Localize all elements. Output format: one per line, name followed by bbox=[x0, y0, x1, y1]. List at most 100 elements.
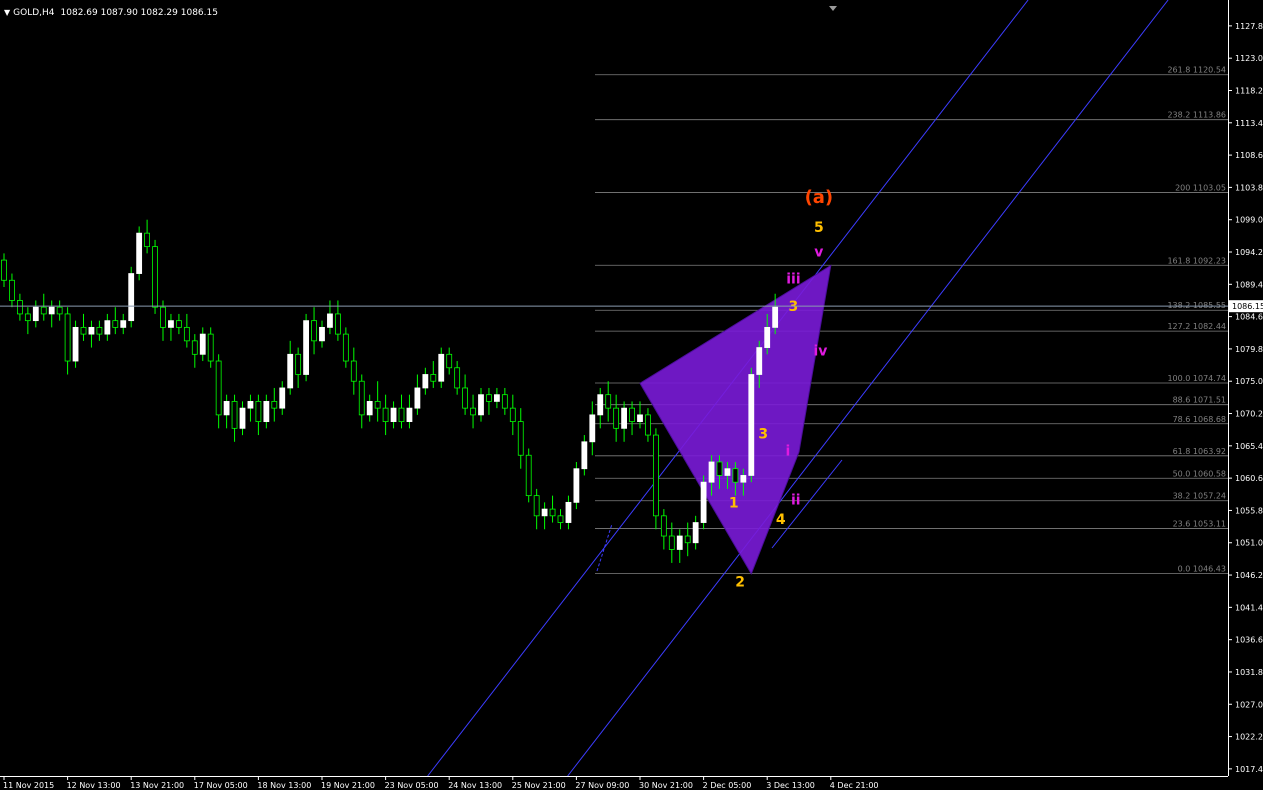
candle-body bbox=[271, 401, 278, 409]
candle-body bbox=[9, 279, 15, 301]
time-tick-label: 23 Nov 05:00 bbox=[385, 781, 439, 790]
candle-body bbox=[581, 441, 588, 470]
fib-level-label: 50.0 1060.58 bbox=[1173, 469, 1226, 478]
candle-body bbox=[390, 407, 397, 423]
candle-body bbox=[430, 374, 437, 382]
candle-body bbox=[740, 475, 747, 483]
candle-body bbox=[104, 320, 111, 335]
candle-body bbox=[629, 407, 635, 423]
candle-body bbox=[414, 387, 421, 409]
time-tick-label: 27 Nov 09:00 bbox=[575, 781, 629, 790]
candle-body bbox=[486, 394, 492, 402]
candle-body bbox=[152, 246, 158, 308]
candle-body bbox=[517, 421, 524, 456]
candle-body bbox=[406, 407, 413, 423]
fib-level-label: 0.0 1046.43 bbox=[1178, 565, 1226, 574]
candle-body bbox=[1, 259, 7, 281]
candle-body bbox=[64, 313, 71, 362]
candle-body bbox=[120, 320, 127, 328]
wave-label: i bbox=[785, 443, 790, 459]
price-tick-label: 1031.80 bbox=[1235, 668, 1263, 677]
candle-body bbox=[263, 401, 270, 423]
time-tick-label: 25 Nov 21:00 bbox=[512, 781, 566, 790]
price-tick-label: 1065.40 bbox=[1235, 442, 1263, 451]
price-chart[interactable]: 261.8 1120.54 238.2 1113.86 200 1103.05 161… bbox=[0, 0, 1263, 790]
candle-body bbox=[207, 333, 214, 362]
ohlc-readout: 1082.69 1087.90 1082.29 1086.15 bbox=[60, 8, 218, 18]
candle-body bbox=[191, 340, 198, 355]
chart-window[interactable]: 261.8 1120.54 238.2 1113.86 200 1103.05 161… bbox=[0, 0, 1263, 790]
candle-body bbox=[501, 394, 508, 409]
wave-label: 3 bbox=[789, 299, 799, 315]
candle-body bbox=[239, 407, 246, 429]
wave-label: 3 bbox=[758, 426, 768, 442]
candle-body bbox=[72, 326, 79, 362]
wave-label: 2 bbox=[735, 574, 745, 590]
fib-level-label: 238.2 1113.86 bbox=[1167, 111, 1226, 120]
candle-body bbox=[32, 306, 39, 322]
fib-level-label: 261.8 1120.54 bbox=[1167, 66, 1226, 75]
candle-body bbox=[684, 535, 691, 544]
price-tick-label: 1118.20 bbox=[1235, 86, 1263, 95]
candle-body bbox=[279, 387, 286, 409]
candle-body bbox=[708, 461, 715, 483]
time-tick-label: 30 Nov 21:00 bbox=[639, 781, 693, 790]
wave-label: ii bbox=[791, 492, 801, 508]
candle-body bbox=[573, 468, 580, 503]
candle-body bbox=[215, 360, 222, 416]
price-tick-label: 1113.40 bbox=[1235, 119, 1263, 128]
candle-body bbox=[533, 495, 540, 517]
caret-down-icon[interactable]: ▼ bbox=[4, 8, 10, 17]
candle-body bbox=[613, 407, 620, 429]
price-tick-label: 1036.60 bbox=[1235, 636, 1263, 645]
candle-body bbox=[422, 374, 429, 389]
candle-body bbox=[128, 273, 135, 322]
candle-body bbox=[374, 401, 381, 409]
candle-body bbox=[605, 394, 612, 409]
current-price-label: 1086.15 bbox=[1232, 302, 1263, 311]
fib-level-label: 88.6 1071.51 bbox=[1173, 396, 1226, 405]
fib-level-label: 200 1103.05 bbox=[1175, 183, 1226, 192]
candle-body bbox=[56, 306, 63, 315]
candle-body bbox=[358, 380, 365, 416]
candle-body bbox=[509, 407, 516, 423]
price-tick-label: 1022.20 bbox=[1235, 733, 1263, 742]
candle-body bbox=[700, 481, 707, 523]
candle-body bbox=[462, 387, 469, 409]
candle-body bbox=[446, 353, 453, 369]
candle-body bbox=[653, 434, 659, 517]
price-tick-label: 1041.40 bbox=[1235, 603, 1263, 612]
time-tick-label: 13 Nov 21:00 bbox=[130, 781, 184, 790]
candle-body bbox=[438, 353, 445, 382]
price-tick-label: 1017.40 bbox=[1235, 765, 1263, 774]
symbol-header: ▼ GOLD,H4 1082.69 1087.90 1082.29 1086.15 bbox=[4, 8, 218, 18]
candle-body bbox=[88, 326, 95, 335]
candle-body bbox=[366, 401, 373, 416]
candle-body bbox=[764, 326, 771, 348]
candle-body bbox=[80, 326, 87, 335]
fib-level-label: 61.8 1063.92 bbox=[1173, 447, 1226, 456]
candle-body bbox=[454, 367, 461, 389]
wave-label: iii bbox=[786, 272, 800, 288]
candle-body bbox=[319, 326, 325, 342]
fib-level-label: 161.8 1092.23 bbox=[1167, 256, 1226, 265]
price-tick-label: 1027.00 bbox=[1235, 700, 1263, 709]
candle-body bbox=[692, 522, 699, 544]
time-tick-label: 2 Dec 05:00 bbox=[703, 781, 752, 790]
chart-background bbox=[0, 0, 1263, 790]
candle-body bbox=[716, 461, 723, 476]
candle-body bbox=[732, 468, 739, 483]
candle-body bbox=[668, 535, 675, 550]
candle-body bbox=[16, 300, 23, 315]
candle-body bbox=[175, 320, 182, 328]
candle-body bbox=[168, 320, 174, 328]
candle-body bbox=[350, 360, 357, 382]
candle-body bbox=[748, 374, 755, 476]
candle-body bbox=[295, 353, 302, 375]
time-tick-label: 17 Nov 05:00 bbox=[194, 781, 248, 790]
candle-body bbox=[660, 515, 667, 537]
fib-level-label: 100.0 1074.74 bbox=[1167, 374, 1226, 383]
fib-level-label: 127.2 1082.44 bbox=[1167, 322, 1226, 331]
price-tick-label: 1046.20 bbox=[1235, 571, 1263, 580]
fib-level-label: 23.6 1053.11 bbox=[1173, 520, 1226, 529]
